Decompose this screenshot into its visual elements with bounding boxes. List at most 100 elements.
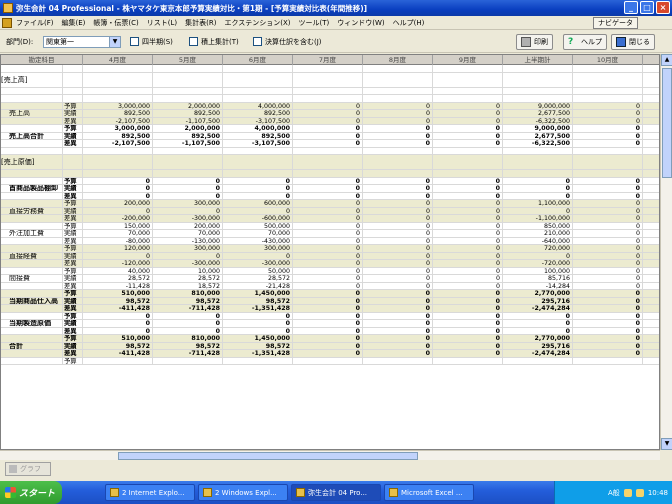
column-header[interactable]: 10月度 <box>573 55 643 65</box>
help-button[interactable]: ? ヘルプ <box>563 34 607 50</box>
value-cell[interactable]: 0 <box>433 230 503 237</box>
value-cell[interactable]: 300,000 <box>153 245 223 252</box>
value-cell[interactable]: -2,474,284 <box>503 305 573 312</box>
value-cell[interactable]: 0 <box>433 245 503 252</box>
value-cell[interactable]: -2,107,500 <box>83 140 153 147</box>
value-cell[interactable]: 0 <box>153 177 223 184</box>
table-row[interactable]: 予算 150,000 200,000 500,000 0 0 0 850,000 0 <box>1 222 659 230</box>
value-cell[interactable]: 0 <box>573 140 643 147</box>
value-cell[interactable]: 0 <box>503 192 573 199</box>
table-row[interactable] <box>1 147 659 155</box>
value-cell[interactable]: 0 <box>573 312 643 319</box>
value-cell[interactable]: 0 <box>363 312 433 319</box>
table-row[interactable]: [売上原価] <box>1 155 659 170</box>
value-cell[interactable]: 0 <box>573 267 643 274</box>
value-cell[interactable]: -600,000 <box>223 215 293 222</box>
value-cell[interactable]: 0 <box>83 327 153 334</box>
value-cell[interactable]: 0 <box>573 200 643 207</box>
value-cell[interactable]: 100,000 <box>503 267 573 274</box>
value-cell[interactable]: 0 <box>503 327 573 334</box>
value-cell[interactable]: 0 <box>153 327 223 334</box>
value-cell[interactable]: 0 <box>433 327 503 334</box>
value-cell[interactable]: 0 <box>573 245 643 252</box>
minimize-button[interactable]: _ <box>624 1 638 14</box>
quarter-checkbox[interactable] <box>130 37 139 46</box>
value-cell[interactable]: 0 <box>433 200 503 207</box>
value-cell[interactable]: 70,000 <box>153 230 223 237</box>
value-cell[interactable]: 40,000 <box>83 267 153 274</box>
value-cell[interactable]: 50,000 <box>223 267 293 274</box>
value-cell[interactable]: 0 <box>573 275 643 282</box>
table-row[interactable]: 差異 -11,428 18,572 -21,428 0 0 0 -14,284 0 <box>1 282 659 290</box>
value-cell[interactable]: 0 <box>293 125 363 132</box>
value-cell[interactable]: 0 <box>573 335 643 342</box>
value-cell[interactable]: 70,000 <box>83 230 153 237</box>
table-row[interactable] <box>1 87 659 95</box>
value-cell[interactable]: -6,322,500 <box>503 117 573 124</box>
value-cell[interactable]: 0 <box>293 185 363 192</box>
table-row[interactable]: 外注加工費 実績 70,000 70,000 70,000 0 0 0 210,000 0 <box>1 230 659 238</box>
value-cell[interactable]: 0 <box>503 185 573 192</box>
table-row[interactable]: 間接費 実績 28,572 28,572 28,572 0 0 0 85,716 0 <box>1 275 659 283</box>
value-cell[interactable]: 0 <box>573 177 643 184</box>
value-cell[interactable]: 4,000,000 <box>223 102 293 109</box>
value-cell[interactable]: 0 <box>503 312 573 319</box>
value-cell[interactable]: -1,351,428 <box>223 305 293 312</box>
chevron-down-icon[interactable]: ▼ <box>109 36 121 48</box>
scroll-down-icon[interactable]: ▼ <box>661 438 672 450</box>
value-cell[interactable]: 2,000,000 <box>153 102 223 109</box>
value-cell[interactable]: 0 <box>433 140 503 147</box>
value-cell[interactable]: 1,100,000 <box>503 200 573 207</box>
value-cell[interactable]: 0 <box>153 312 223 319</box>
table-row[interactable]: 予算 510,000 810,000 1,450,000 0 0 0 2,770,000 0 <box>1 335 659 343</box>
value-cell[interactable]: 2,677,500 <box>503 110 573 117</box>
value-cell[interactable]: 0 <box>433 282 503 289</box>
value-cell[interactable]: 0 <box>433 342 503 349</box>
value-cell[interactable]: 1,450,000 <box>223 335 293 342</box>
value-cell[interactable]: 0 <box>363 290 433 297</box>
value-cell[interactable]: -11,428 <box>83 282 153 289</box>
value-cell[interactable]: -711,428 <box>153 305 223 312</box>
value-cell[interactable]: 0 <box>293 230 363 237</box>
value-cell[interactable]: 0 <box>433 177 503 184</box>
table-row[interactable] <box>1 65 659 73</box>
menu-item[interactable]: ウィンドウ(W) <box>333 18 388 28</box>
column-header[interactable]: 5月度 <box>153 55 223 65</box>
print-button[interactable]: 印刷 <box>516 34 553 50</box>
value-cell[interactable]: 810,000 <box>153 335 223 342</box>
value-cell[interactable]: -1,107,500 <box>153 140 223 147</box>
value-cell[interactable]: 0 <box>293 252 363 259</box>
value-cell[interactable]: 892,500 <box>153 110 223 117</box>
value-cell[interactable]: 0 <box>433 305 503 312</box>
value-cell[interactable]: 0 <box>153 185 223 192</box>
ime-indicator[interactable]: A般 <box>608 488 620 498</box>
menu-item[interactable]: 帳簿・伝票(C) <box>89 18 142 28</box>
value-cell[interactable]: 0 <box>363 275 433 282</box>
value-cell[interactable]: 0 <box>433 350 503 357</box>
value-cell[interactable]: 0 <box>293 192 363 199</box>
value-cell[interactable]: 0 <box>363 267 433 274</box>
value-cell[interactable]: 0 <box>363 230 433 237</box>
table-row[interactable]: [売上高] <box>1 72 659 88</box>
value-cell[interactable]: -200,000 <box>83 215 153 222</box>
value-cell[interactable]: 98,572 <box>153 342 223 349</box>
table-row[interactable]: 予算 3,000,000 2,000,000 4,000,000 0 0 0 9,000,00… <box>1 102 659 110</box>
value-cell[interactable]: 0 <box>363 207 433 214</box>
value-cell[interactable]: 0 <box>363 110 433 117</box>
value-cell[interactable]: 0 <box>433 207 503 214</box>
value-cell[interactable]: 0 <box>293 200 363 207</box>
vertical-scroll-thumb[interactable] <box>662 68 672 178</box>
value-cell[interactable]: 0 <box>83 192 153 199</box>
value-cell[interactable]: 28,572 <box>83 275 153 282</box>
value-cell[interactable]: 0 <box>223 327 293 334</box>
value-cell[interactable]: 0 <box>83 185 153 192</box>
value-cell[interactable]: 0 <box>293 237 363 244</box>
table-row[interactable]: 予算 0 0 0 0 0 0 0 0 <box>1 177 659 185</box>
menu-item[interactable]: 集計表(R) <box>181 18 220 28</box>
column-header[interactable]: 勘定科目 <box>1 55 83 65</box>
value-cell[interactable]: 0 <box>573 102 643 109</box>
close-button[interactable]: 閉じる <box>611 34 655 50</box>
value-cell[interactable]: -2,107,500 <box>83 117 153 124</box>
value-cell[interactable]: 0 <box>573 215 643 222</box>
value-cell[interactable]: 0 <box>293 140 363 147</box>
